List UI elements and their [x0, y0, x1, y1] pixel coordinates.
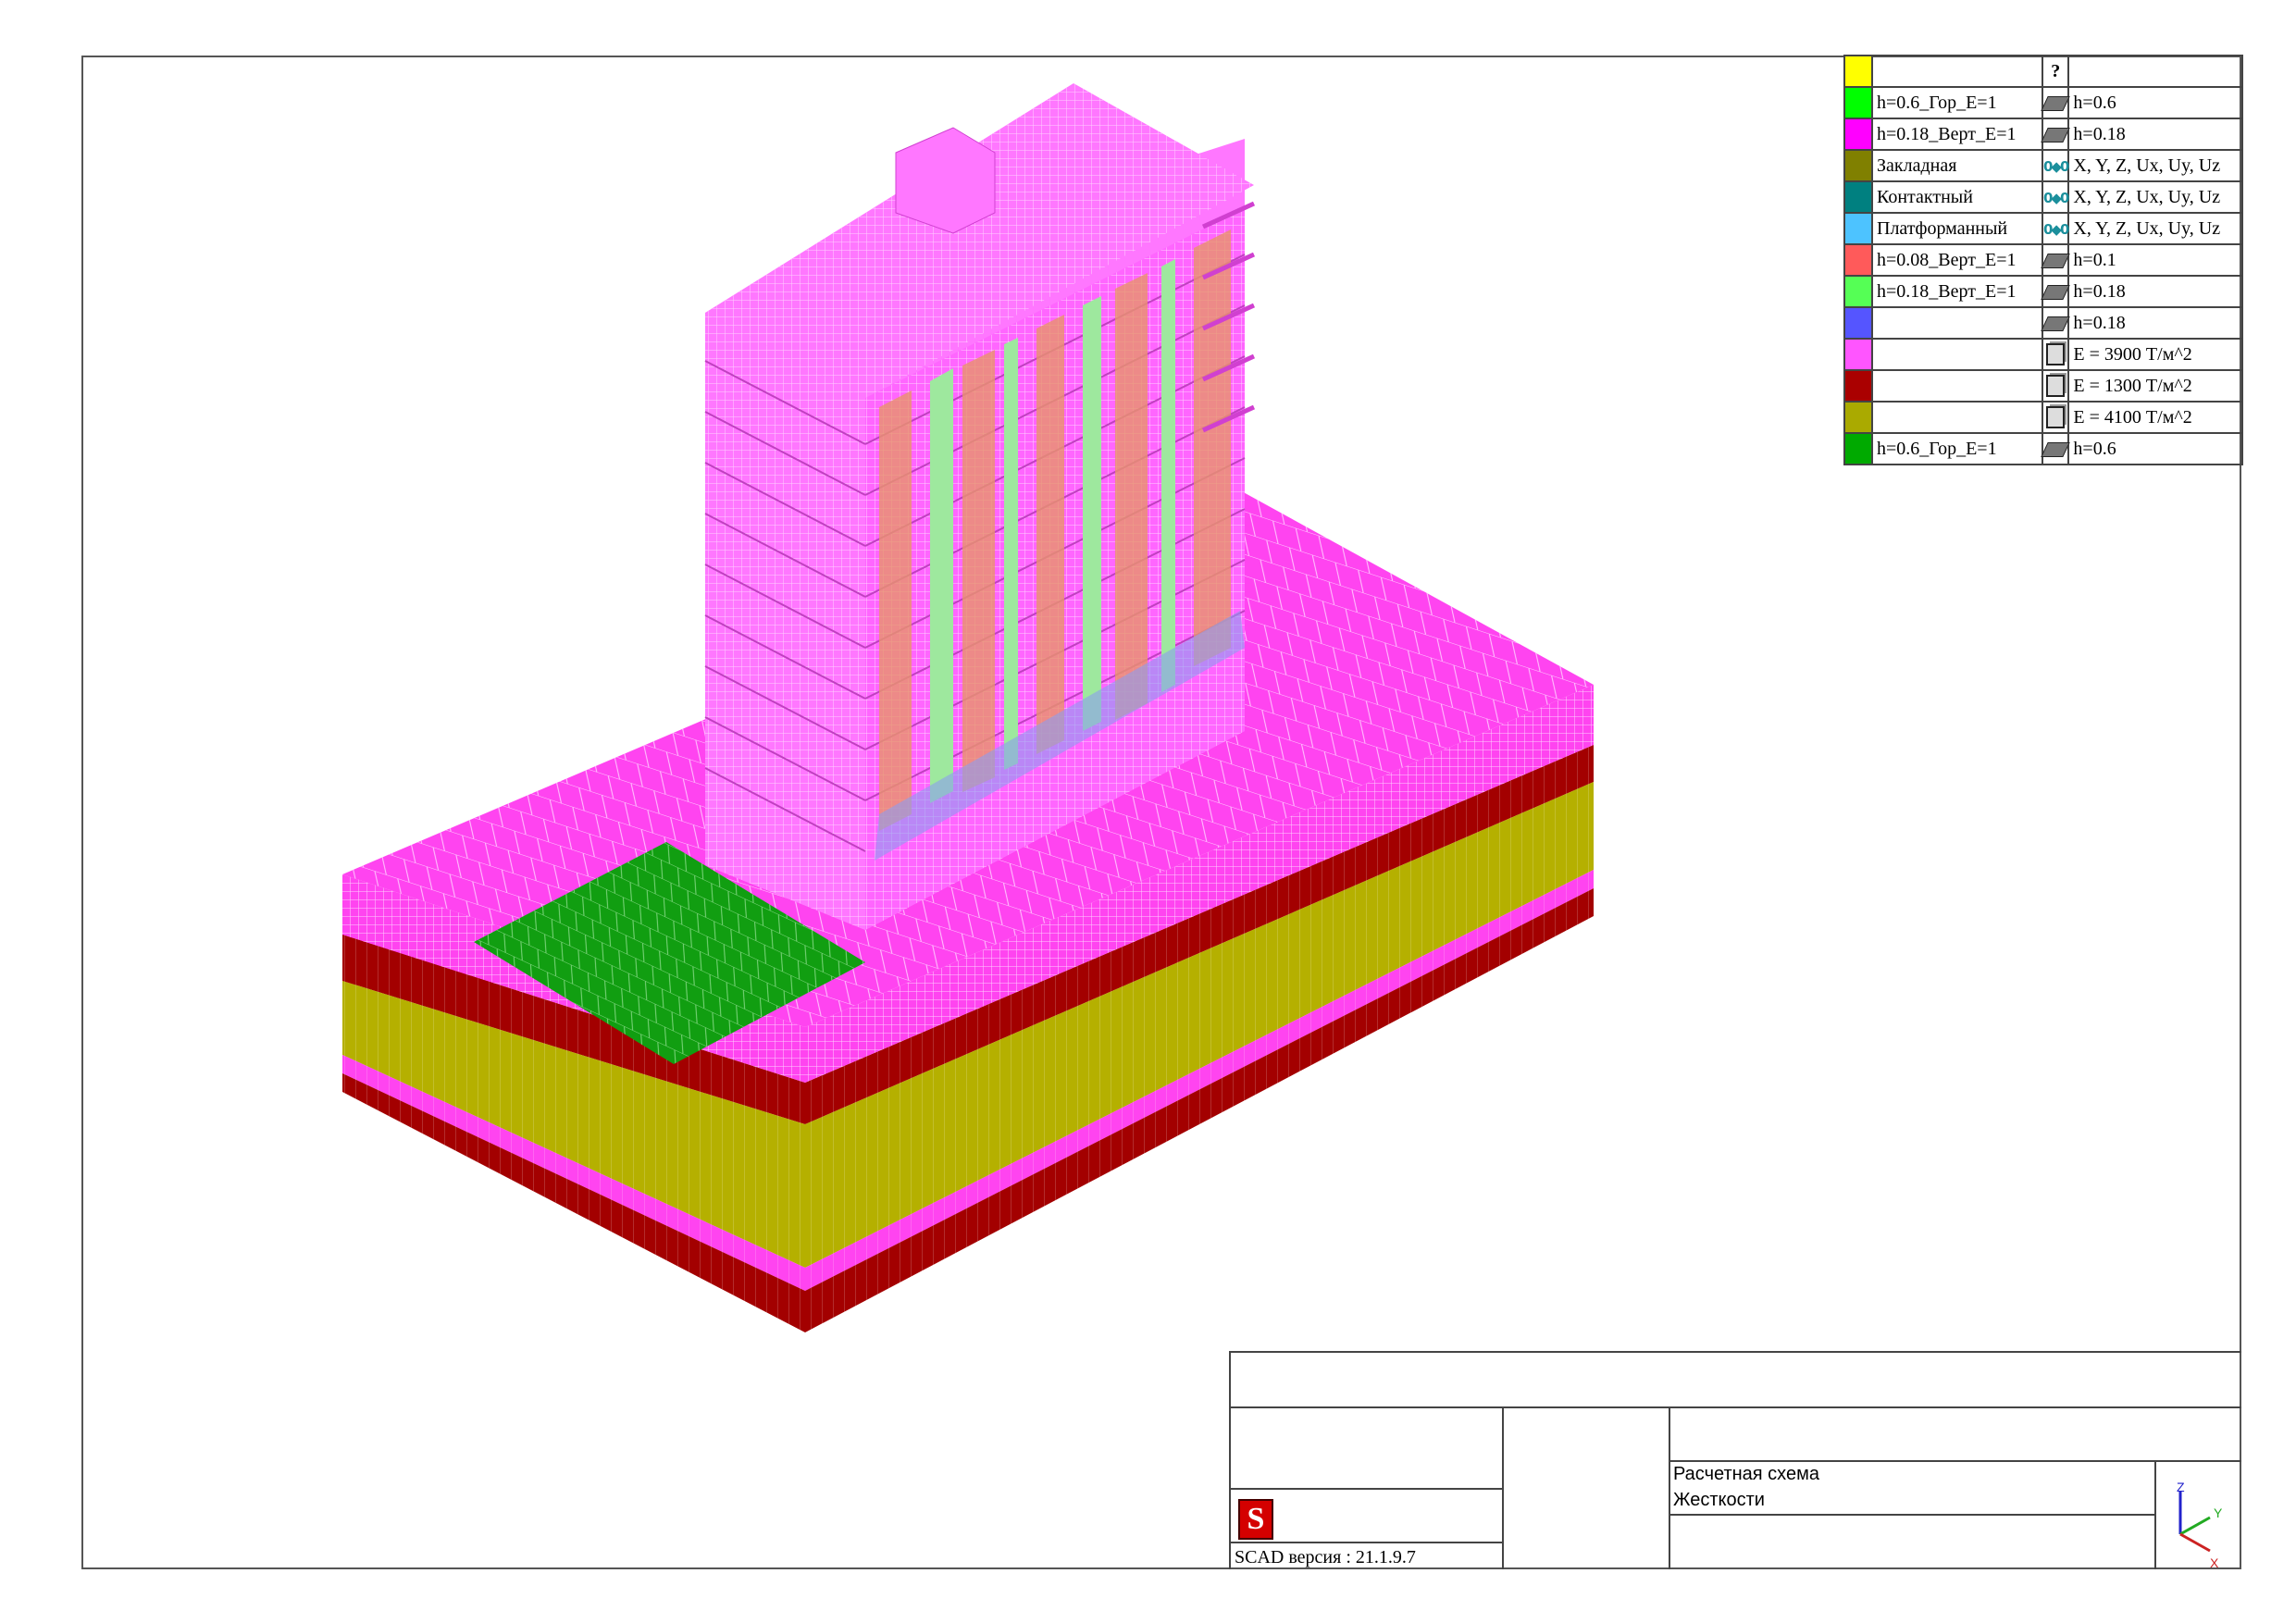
legend-name: h=0.6_Гор_E=1	[1871, 432, 2043, 465]
legend-type: 0◆0	[2041, 180, 2069, 214]
shell-icon	[2041, 284, 2070, 300]
legend-value: h=0.18	[2067, 306, 2244, 340]
version-label: SCAD версия : 21.1.9.7	[1235, 1547, 1416, 1567]
legend-row: Платформанный 0◆0 X, Y, Z, Ux, Uy, Uz	[1843, 212, 2244, 245]
legend-type	[2041, 118, 2070, 151]
legend-swatch	[1843, 432, 1873, 465]
solid-icon	[2046, 343, 2066, 366]
legend-type: ?	[2041, 55, 2070, 88]
shell-icon	[2041, 253, 2070, 268]
legend-row: Закладная 0◆0 X, Y, Z, Ux, Uy, Uz	[1843, 149, 2244, 182]
legend-body: ? h=0.6_Гор_E=1 h=0.6 h=0.18_Верт_E=1 h=0.18…	[1843, 55, 2244, 465]
legend-value: X, Y, Z, Ux, Uy, Uz	[2067, 149, 2244, 182]
legend-type	[2041, 338, 2070, 371]
legend-row: E = 3900 Т/м^2	[1843, 338, 2244, 371]
legend-name: h=0.18_Верт_E=1	[1871, 118, 2043, 151]
legend-swatch	[1843, 149, 1873, 182]
legend-row: h=0.6_Гор_E=1 h=0.6	[1843, 432, 2244, 465]
legend-type: 0◆0	[2041, 212, 2069, 245]
legend-type	[2041, 243, 2070, 277]
legend-type	[2041, 86, 2070, 119]
legend-name: Платформанный	[1871, 212, 2043, 245]
link-icon: 0◆0	[2043, 220, 2069, 238]
solid-icon	[2046, 375, 2066, 398]
legend-name: h=0.6_Гор_E=1	[1871, 86, 2043, 119]
legend-row: Контактный 0◆0 X, Y, Z, Ux, Uy, Uz	[1843, 180, 2244, 214]
legend-name: h=0.08_Верт_E=1	[1871, 243, 2043, 277]
legend-swatch	[1843, 55, 1873, 88]
legend-swatch	[1843, 338, 1873, 371]
legend-value: X, Y, Z, Ux, Uy, Uz	[2067, 212, 2244, 245]
legend-type	[2041, 369, 2070, 403]
legend-name: Закладная	[1871, 149, 2043, 182]
link-icon: 0◆0	[2043, 189, 2069, 206]
scad-logo: S	[1238, 1499, 1273, 1540]
legend-type	[2041, 306, 2070, 340]
legend-name: Контактный	[1871, 180, 2043, 214]
legend-swatch	[1843, 243, 1873, 277]
scheme-line1: Расчетная схема	[1673, 1464, 1819, 1484]
legend-row: h=0.18_Верт_E=1 h=0.18	[1843, 275, 2244, 308]
legend-name	[1871, 401, 2043, 434]
legend-row: h=0.18	[1843, 306, 2244, 340]
legend-value: E = 1300 Т/м^2	[2067, 369, 2244, 403]
legend-value: h=0.6	[2067, 86, 2244, 119]
legend-value: E = 3900 Т/м^2	[2067, 338, 2244, 371]
stiffness-legend: ? h=0.6_Гор_E=1 h=0.6 h=0.18_Верт_E=1 h=0.18…	[1843, 55, 2244, 465]
legend-type	[2041, 401, 2070, 434]
legend-value	[2067, 55, 2244, 88]
shell-icon	[2041, 127, 2070, 142]
legend-swatch	[1843, 86, 1873, 119]
legend-value: h=0.18	[2067, 275, 2244, 308]
legend-swatch	[1843, 118, 1873, 151]
legend-row: E = 1300 Т/м^2	[1843, 369, 2244, 403]
legend-value: h=0.6	[2067, 432, 2244, 465]
roof-structure	[895, 127, 996, 234]
legend-type: 0◆0	[2041, 149, 2069, 182]
legend-value: h=0.1	[2067, 243, 2244, 277]
legend-name	[1871, 306, 2043, 340]
scad-logo-letter: S	[1247, 1502, 1265, 1536]
legend-row: ?	[1843, 55, 2244, 88]
legend-swatch	[1843, 275, 1873, 308]
legend-name: h=0.18_Верт_E=1	[1871, 275, 2043, 308]
building-front-mesh	[705, 313, 865, 930]
legend-row: h=0.18_Верт_E=1 h=0.18	[1843, 118, 2244, 151]
legend-name	[1871, 369, 2043, 403]
solid-icon	[2046, 406, 2066, 429]
legend-name	[1871, 55, 2043, 88]
legend-value: E = 4100 Т/м^2	[2067, 401, 2244, 434]
legend-type	[2041, 432, 2070, 465]
legend-swatch	[1843, 401, 1873, 434]
legend-name	[1871, 338, 2043, 371]
title-block: S SCAD версия : 21.1.9.7 Расчетная схема…	[1229, 1351, 2241, 1569]
legend-swatch	[1843, 369, 1873, 403]
shell-icon	[2041, 441, 2070, 457]
link-icon: 0◆0	[2043, 157, 2069, 175]
scheme-line2: Жесткости	[1673, 1490, 1765, 1510]
legend-swatch	[1843, 180, 1873, 214]
shell-icon	[2041, 316, 2070, 331]
legend-value: X, Y, Z, Ux, Uy, Uz	[2067, 180, 2244, 214]
legend-row: E = 4100 Т/м^2	[1843, 401, 2244, 434]
shell-icon	[2041, 95, 2070, 111]
legend-row: h=0.08_Верт_E=1 h=0.1	[1843, 243, 2244, 277]
legend-swatch	[1843, 212, 1873, 245]
legend-row: h=0.6_Гор_E=1 h=0.6	[1843, 86, 2244, 119]
legend-value: h=0.18	[2067, 118, 2244, 151]
legend-type	[2041, 275, 2070, 308]
question-icon: ?	[2051, 60, 2061, 81]
legend-swatch	[1843, 306, 1873, 340]
